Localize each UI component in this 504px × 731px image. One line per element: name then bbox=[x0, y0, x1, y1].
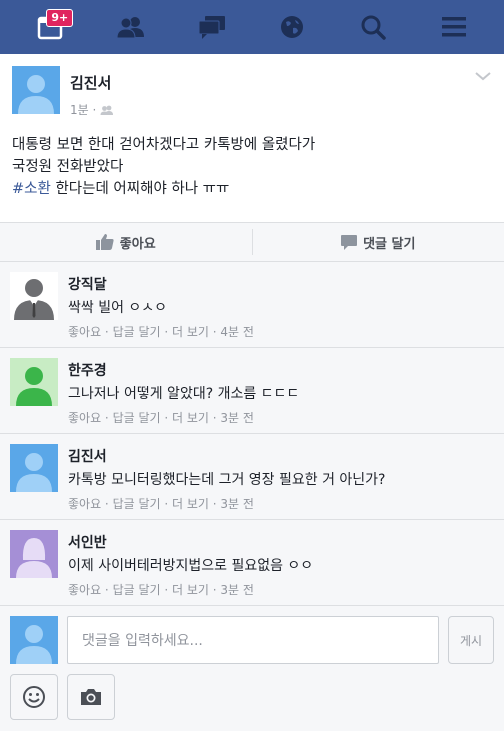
like-label: 좋아요 bbox=[119, 236, 156, 252]
search-button[interactable] bbox=[351, 5, 395, 49]
post-actions-bar: 좋아요 댓글 달기 bbox=[0, 222, 504, 262]
post-comment-button[interactable]: 게시 bbox=[448, 616, 494, 664]
comment-author[interactable]: 김진서 bbox=[68, 446, 386, 466]
thumbs-up-icon bbox=[95, 234, 114, 250]
post-card: 김진서 1분 · 대통령 보면 한대 걷어차겠다고 카톡방에 올렸다가 국정원 … bbox=[0, 54, 504, 222]
smiley-icon bbox=[23, 686, 45, 708]
globe-button[interactable] bbox=[270, 5, 314, 49]
messages-button[interactable] bbox=[190, 5, 234, 49]
comment-meta[interactable]: 좋아요 · 답글 달기 · 더 보기 · 4분 전 bbox=[68, 323, 254, 340]
commenter-avatar-man[interactable] bbox=[10, 272, 58, 320]
sticker-button[interactable] bbox=[10, 674, 58, 720]
commenter-avatar-green[interactable] bbox=[10, 358, 58, 406]
comment-item: 김진서 카톡방 모니터링했다는데 그거 영장 필요한 거 아닌가? 좋아요 · … bbox=[0, 434, 504, 520]
comment-author[interactable]: 한주경 bbox=[68, 360, 299, 380]
comment-input[interactable]: 댓글을 입력하세요... bbox=[67, 616, 439, 664]
friends-button[interactable] bbox=[109, 5, 153, 49]
post-author-name[interactable]: 김진서 bbox=[70, 72, 114, 93]
comment-text: 싹싹 빌어 ㅇㅅㅇ bbox=[68, 300, 168, 316]
search-icon bbox=[361, 15, 386, 40]
like-button[interactable]: 좋아요 bbox=[0, 233, 252, 252]
chevron-down-icon[interactable] bbox=[474, 70, 492, 82]
hashtag-link[interactable]: #소환 bbox=[12, 181, 51, 197]
friends-icon bbox=[116, 17, 144, 39]
comment-item: 서인반 이제 사이버테러방지법으로 필요없음 ㅇㅇ 좋아요 · 답글 달기 · … bbox=[0, 520, 504, 606]
globe-icon bbox=[281, 16, 304, 38]
author-avatar[interactable] bbox=[12, 66, 60, 114]
top-nav-bar: 9+ bbox=[0, 0, 504, 54]
comment-author[interactable]: 강직달 bbox=[68, 274, 254, 294]
comment-meta[interactable]: 좋아요 · 답글 달기 · 더 보기 · 3분 전 bbox=[68, 581, 313, 598]
comment-text: 카톡방 모니터링했다는데 그거 영장 필요한 거 아닌가? bbox=[68, 472, 386, 488]
post-line-1: 대통령 보면 한대 걷어차겠다고 카톡방에 올렸다가 bbox=[12, 137, 316, 153]
notification-badge: 9+ bbox=[46, 9, 74, 27]
comment-composer: 댓글을 입력하세요... 게시 bbox=[0, 606, 504, 731]
notifications-button[interactable]: 9+ bbox=[28, 5, 74, 49]
comment-text: 그나저나 어떻게 알았대? 개소름 ㄷㄷㄷ bbox=[68, 386, 300, 402]
commenter-avatar-woman[interactable] bbox=[10, 530, 58, 578]
post-timestamp: 1분 · bbox=[70, 101, 114, 118]
comment-bubble-icon bbox=[341, 234, 358, 250]
post-line-2: 국정원 전화받았다 bbox=[12, 159, 124, 175]
comment-button[interactable]: 댓글 달기 bbox=[253, 233, 504, 252]
my-avatar bbox=[10, 616, 58, 664]
post-header: 김진서 1분 · bbox=[0, 54, 504, 118]
photo-button[interactable] bbox=[67, 674, 115, 720]
comment-label: 댓글 달기 bbox=[363, 236, 416, 252]
commenter-avatar-blue[interactable] bbox=[10, 444, 58, 492]
comment-author[interactable]: 서인반 bbox=[68, 532, 313, 552]
post-text: 대통령 보면 한대 걷어차겠다고 카톡방에 올렸다가 국정원 전화받았다 #소환… bbox=[0, 118, 504, 222]
comment-text: 이제 사이버테러방지법으로 필요없음 ㅇㅇ bbox=[68, 558, 314, 574]
comment-item: 한주경 그나저나 어떻게 알았대? 개소름 ㄷㄷㄷ 좋아요 · 답글 달기 · … bbox=[0, 348, 504, 434]
menu-button[interactable] bbox=[432, 5, 476, 49]
comment-item: 강직달 싹싹 빌어 ㅇㅅㅇ 좋아요 · 답글 달기 · 더 보기 · 4분 전 bbox=[0, 262, 504, 348]
comment-meta[interactable]: 좋아요 · 답글 달기 · 더 보기 · 3분 전 bbox=[68, 409, 299, 426]
post-line-3: #소환 한다는데 어찌해야 하나 ㅠㅠ bbox=[12, 178, 492, 200]
comment-list: 강직달 싹싹 빌어 ㅇㅅㅇ 좋아요 · 답글 달기 · 더 보기 · 4분 전 … bbox=[0, 262, 504, 606]
menu-icon bbox=[441, 17, 466, 37]
post-time-text: 1분 · bbox=[70, 103, 97, 117]
comment-meta[interactable]: 좋아요 · 답글 달기 · 더 보기 · 3분 전 bbox=[68, 495, 386, 512]
messages-icon bbox=[198, 16, 225, 39]
camera-icon bbox=[81, 689, 101, 705]
friends-audience-icon bbox=[100, 105, 114, 115]
post-line-3-rest: 한다는데 어찌해야 하나 ㅠㅠ bbox=[50, 181, 230, 197]
